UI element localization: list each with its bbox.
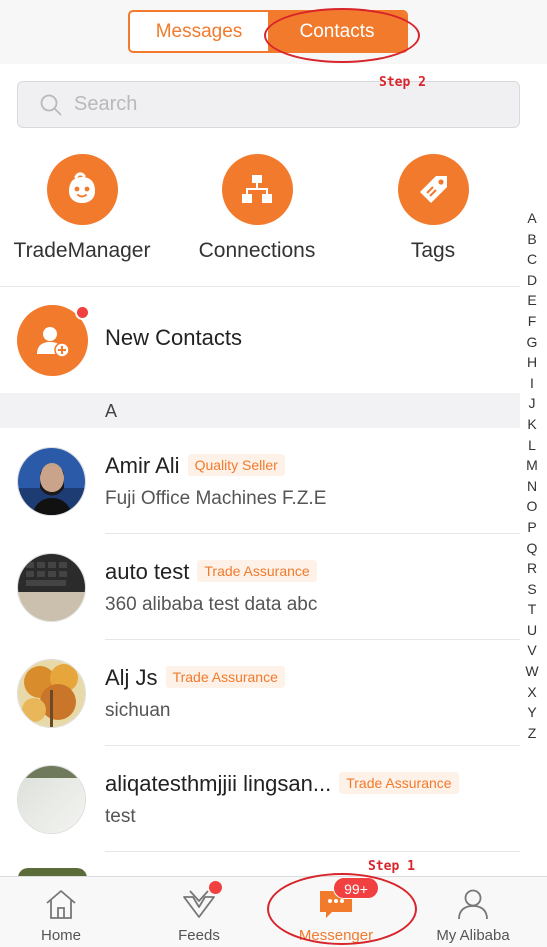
index-letter[interactable]: A — [522, 208, 542, 229]
index-letter[interactable]: Y — [522, 702, 542, 723]
contact-company: Fuji Office Machines F.Z.E — [105, 488, 327, 509]
contact-name: auto test Trade Assurance — [105, 559, 317, 585]
avatar — [17, 553, 86, 622]
tab-messages[interactable]: Messages — [130, 12, 268, 51]
index-letter[interactable]: B — [522, 229, 542, 250]
segmented-control: Messages Contacts — [128, 10, 408, 53]
notification-dot — [75, 305, 90, 320]
profile-icon — [458, 889, 488, 920]
index-letter[interactable]: R — [522, 558, 542, 579]
nav-label: My Alibaba — [436, 927, 510, 944]
section-header: A — [0, 393, 520, 428]
index-letter[interactable]: G — [522, 332, 542, 353]
contact-badge: Quality Seller — [187, 454, 285, 477]
notification-dot — [209, 881, 222, 894]
contact-badge: Trade Assurance — [197, 560, 317, 583]
shortcut-trademanager[interactable]: TradeManager — [2, 154, 162, 263]
index-letter[interactable]: X — [522, 682, 542, 703]
connections-icon — [221, 154, 293, 225]
index-letter[interactable]: W — [522, 661, 542, 682]
nav-my-alibaba[interactable]: My Alibaba — [413, 877, 533, 947]
contact-badge: Trade Assurance — [339, 772, 459, 795]
search-placeholder: Search — [74, 93, 138, 115]
shortcut-label: TradeManager — [13, 239, 151, 262]
new-contacts-row[interactable]: New Contacts — [0, 287, 520, 391]
unread-badge: 99+ — [333, 877, 379, 899]
index-letter[interactable]: D — [522, 270, 542, 291]
index-letter[interactable]: N — [522, 476, 542, 497]
annotation-step-1: Step 1 — [368, 859, 415, 874]
index-letter[interactable]: P — [522, 517, 542, 538]
contact-row[interactable]: auto test Trade Assurance 360 alibaba tes… — [0, 534, 520, 640]
shortcut-tags[interactable]: Tags — [353, 154, 513, 263]
index-letter[interactable]: U — [522, 620, 542, 641]
nav-home[interactable]: Home — [1, 877, 121, 947]
contact-name: Alj Js Trade Assurance — [105, 665, 285, 691]
index-letter[interactable]: H — [522, 352, 542, 373]
index-letter[interactable]: T — [522, 599, 542, 620]
shortcut-connections[interactable]: Connections — [177, 154, 337, 263]
index-letter[interactable]: F — [522, 311, 542, 332]
index-letter[interactable]: L — [522, 435, 542, 456]
nav-label: Home — [40, 927, 81, 944]
tag-icon — [397, 154, 469, 225]
alphabet-index[interactable]: A B C D E F G H I J K L M N O P Q R S T … — [522, 208, 542, 743]
index-letter[interactable]: C — [522, 249, 542, 270]
index-letter[interactable]: K — [522, 414, 542, 435]
contact-company: sichuan — [105, 700, 171, 721]
tab-contacts[interactable]: Contacts — [268, 12, 406, 51]
nav-label: Feeds — [178, 927, 220, 944]
trademanager-icon — [46, 154, 118, 225]
top-bar: Messages Contacts — [0, 0, 547, 64]
index-letter[interactable]: S — [522, 579, 542, 600]
index-letter[interactable]: O — [522, 496, 542, 517]
avatar — [17, 447, 86, 516]
index-letter[interactable]: I — [522, 373, 542, 394]
shortcut-label: Connections — [198, 239, 316, 262]
index-letter[interactable]: Q — [522, 538, 542, 559]
contact-row[interactable]: Amir Ali Quality Seller Fuji Office Machi… — [0, 428, 520, 534]
annotation-step-2: Step 2 — [379, 75, 426, 90]
contact-company: 360 alibaba test data abc — [105, 594, 318, 615]
contact-row[interactable]: Alj Js Trade Assurance sichuan — [0, 640, 520, 746]
section-letter: A — [105, 401, 118, 421]
new-contacts-label: New Contacts — [105, 325, 242, 350]
avatar — [17, 765, 86, 834]
contact-company: test — [105, 806, 136, 827]
nav-feeds[interactable]: Feeds — [139, 877, 259, 947]
contact-row[interactable]: aliqatesthmjjii lingsan... Trade Assuranc… — [0, 746, 520, 852]
index-letter[interactable]: Z — [522, 723, 542, 744]
search-area: Search — [0, 64, 547, 144]
shortcut-label: Tags — [410, 239, 456, 262]
home-icon — [46, 890, 76, 919]
contact-name: aliqatesthmjjii lingsan... Trade Assuranc… — [105, 771, 459, 797]
shortcut-row: TradeManager Connections Tags — [0, 144, 547, 286]
index-letter[interactable]: M — [522, 455, 542, 476]
nav-label: Messenger — [298, 927, 374, 944]
divider — [105, 851, 520, 852]
contact-badge: Trade Assurance — [165, 666, 285, 689]
index-letter[interactable]: E — [522, 290, 542, 311]
search-icon — [40, 94, 62, 115]
index-letter[interactable]: J — [522, 393, 542, 414]
avatar — [17, 659, 86, 728]
contact-name: Amir Ali Quality Seller — [105, 453, 285, 479]
index-letter[interactable]: V — [522, 640, 542, 661]
bottom-nav: Home Feeds Messenger My Alibaba — [0, 876, 547, 947]
search-input[interactable]: Search — [17, 81, 520, 128]
